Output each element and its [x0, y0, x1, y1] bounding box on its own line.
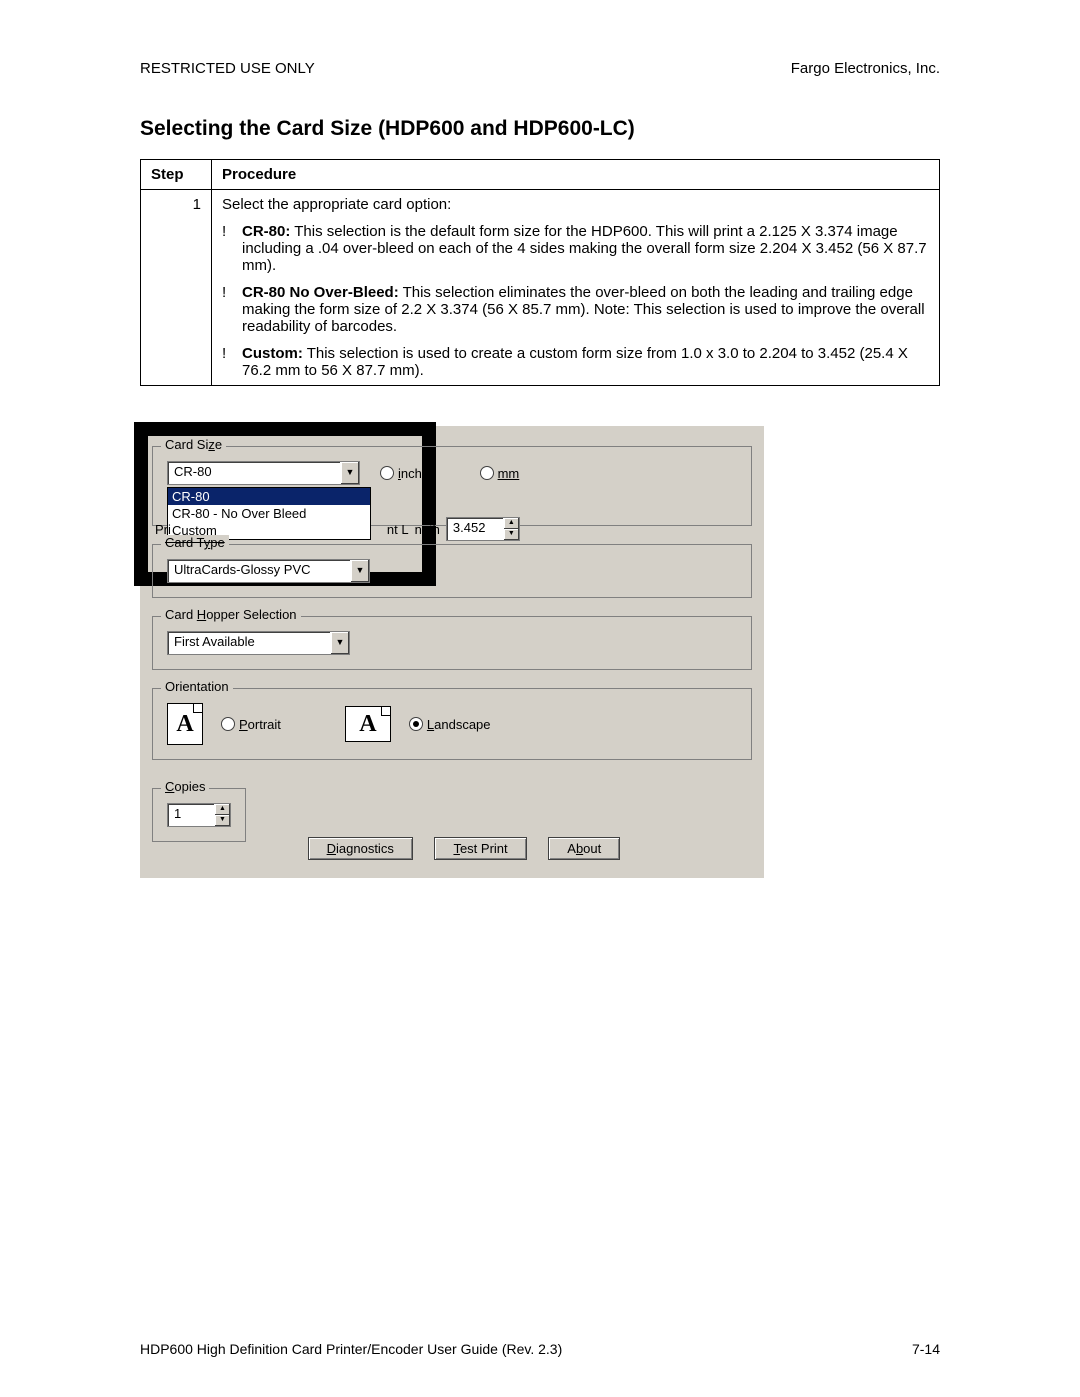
footer-left: HDP600 High Definition Card Printer/Enco…: [140, 1341, 562, 1357]
spin-up-icon[interactable]: ▲: [214, 804, 230, 815]
card-type-value: UltraCards-Glossy PVC: [168, 560, 350, 582]
procedure-table: Step Procedure 1 Select the appropriate …: [140, 159, 940, 386]
header-left: RESTRICTED USE ONLY: [140, 60, 315, 77]
printer-dialog: Card Size CR-80 inches mm CR-80 CR-80 - …: [140, 426, 764, 878]
print-length-value: 3.452: [447, 518, 503, 540]
spin-down-icon[interactable]: ▼: [503, 529, 519, 540]
length-label-fragment2: ngth: [415, 522, 440, 537]
landscape-icon: A: [345, 706, 391, 742]
bullet-mark: !: [222, 345, 242, 379]
header-right: Fargo Electronics, Inc.: [791, 60, 940, 77]
test-print-button[interactable]: Test Print: [434, 837, 526, 860]
chevron-down-icon[interactable]: [330, 632, 349, 654]
spin-down-icon[interactable]: ▼: [214, 815, 230, 826]
footer-right: 7-14: [912, 1341, 940, 1357]
spin-up-icon[interactable]: ▲: [503, 518, 519, 529]
card-size-group-label: Card Size: [161, 437, 226, 452]
b3-label: Custom:: [242, 345, 303, 362]
print-length-field[interactable]: 3.452 ▲▼: [446, 517, 520, 541]
chevron-down-icon[interactable]: [350, 560, 369, 582]
chevron-down-icon[interactable]: [340, 462, 359, 484]
orientation-group-label: Orientation: [161, 679, 233, 694]
step-body: Select the appropriate card option: ! CR…: [212, 190, 940, 386]
step-intro: Select the appropriate card option:: [222, 196, 929, 213]
b1-text: This selection is the default form size …: [242, 223, 927, 274]
about-button[interactable]: About: [548, 837, 620, 860]
card-size-value: CR-80: [168, 462, 340, 484]
length-label-fragment: nt L: [387, 522, 409, 537]
portrait-radio[interactable]: Portrait: [221, 717, 281, 732]
unit-inches-radio[interactable]: inches: [380, 466, 436, 481]
copies-value: 1: [168, 804, 214, 826]
hopper-value: First Available: [168, 632, 330, 654]
unit-mm-radio[interactable]: mm: [480, 466, 520, 481]
copies-group-label: Copies: [161, 779, 209, 794]
bullet-mark: !: [222, 284, 242, 335]
card-size-combo[interactable]: CR-80: [167, 461, 360, 485]
copies-field[interactable]: 1 ▲▼: [167, 803, 231, 827]
card-type-combo[interactable]: UltraCards-Glossy PVC: [167, 559, 370, 583]
hopper-group-label: Card Hopper Selection: [161, 607, 301, 622]
diagnostics-button[interactable]: Diagnostics: [308, 837, 413, 860]
page-title: Selecting the Card Size (HDP600 and HDP6…: [140, 117, 940, 141]
col-procedure: Procedure: [212, 160, 940, 190]
hopper-combo[interactable]: First Available: [167, 631, 350, 655]
b3-text: This selection is used to create a custo…: [242, 345, 908, 379]
b1-label: CR-80:: [242, 223, 290, 240]
b2-label: CR-80 No Over-Bleed:: [242, 284, 399, 301]
landscape-radio[interactable]: Landscape: [409, 717, 491, 732]
col-step: Step: [141, 160, 212, 190]
option-cr80[interactable]: CR-80: [168, 488, 370, 505]
step-number: 1: [141, 190, 212, 386]
portrait-icon: A: [167, 703, 203, 745]
card-type-group-label: Card Type: [161, 535, 229, 550]
bullet-mark: !: [222, 223, 242, 274]
